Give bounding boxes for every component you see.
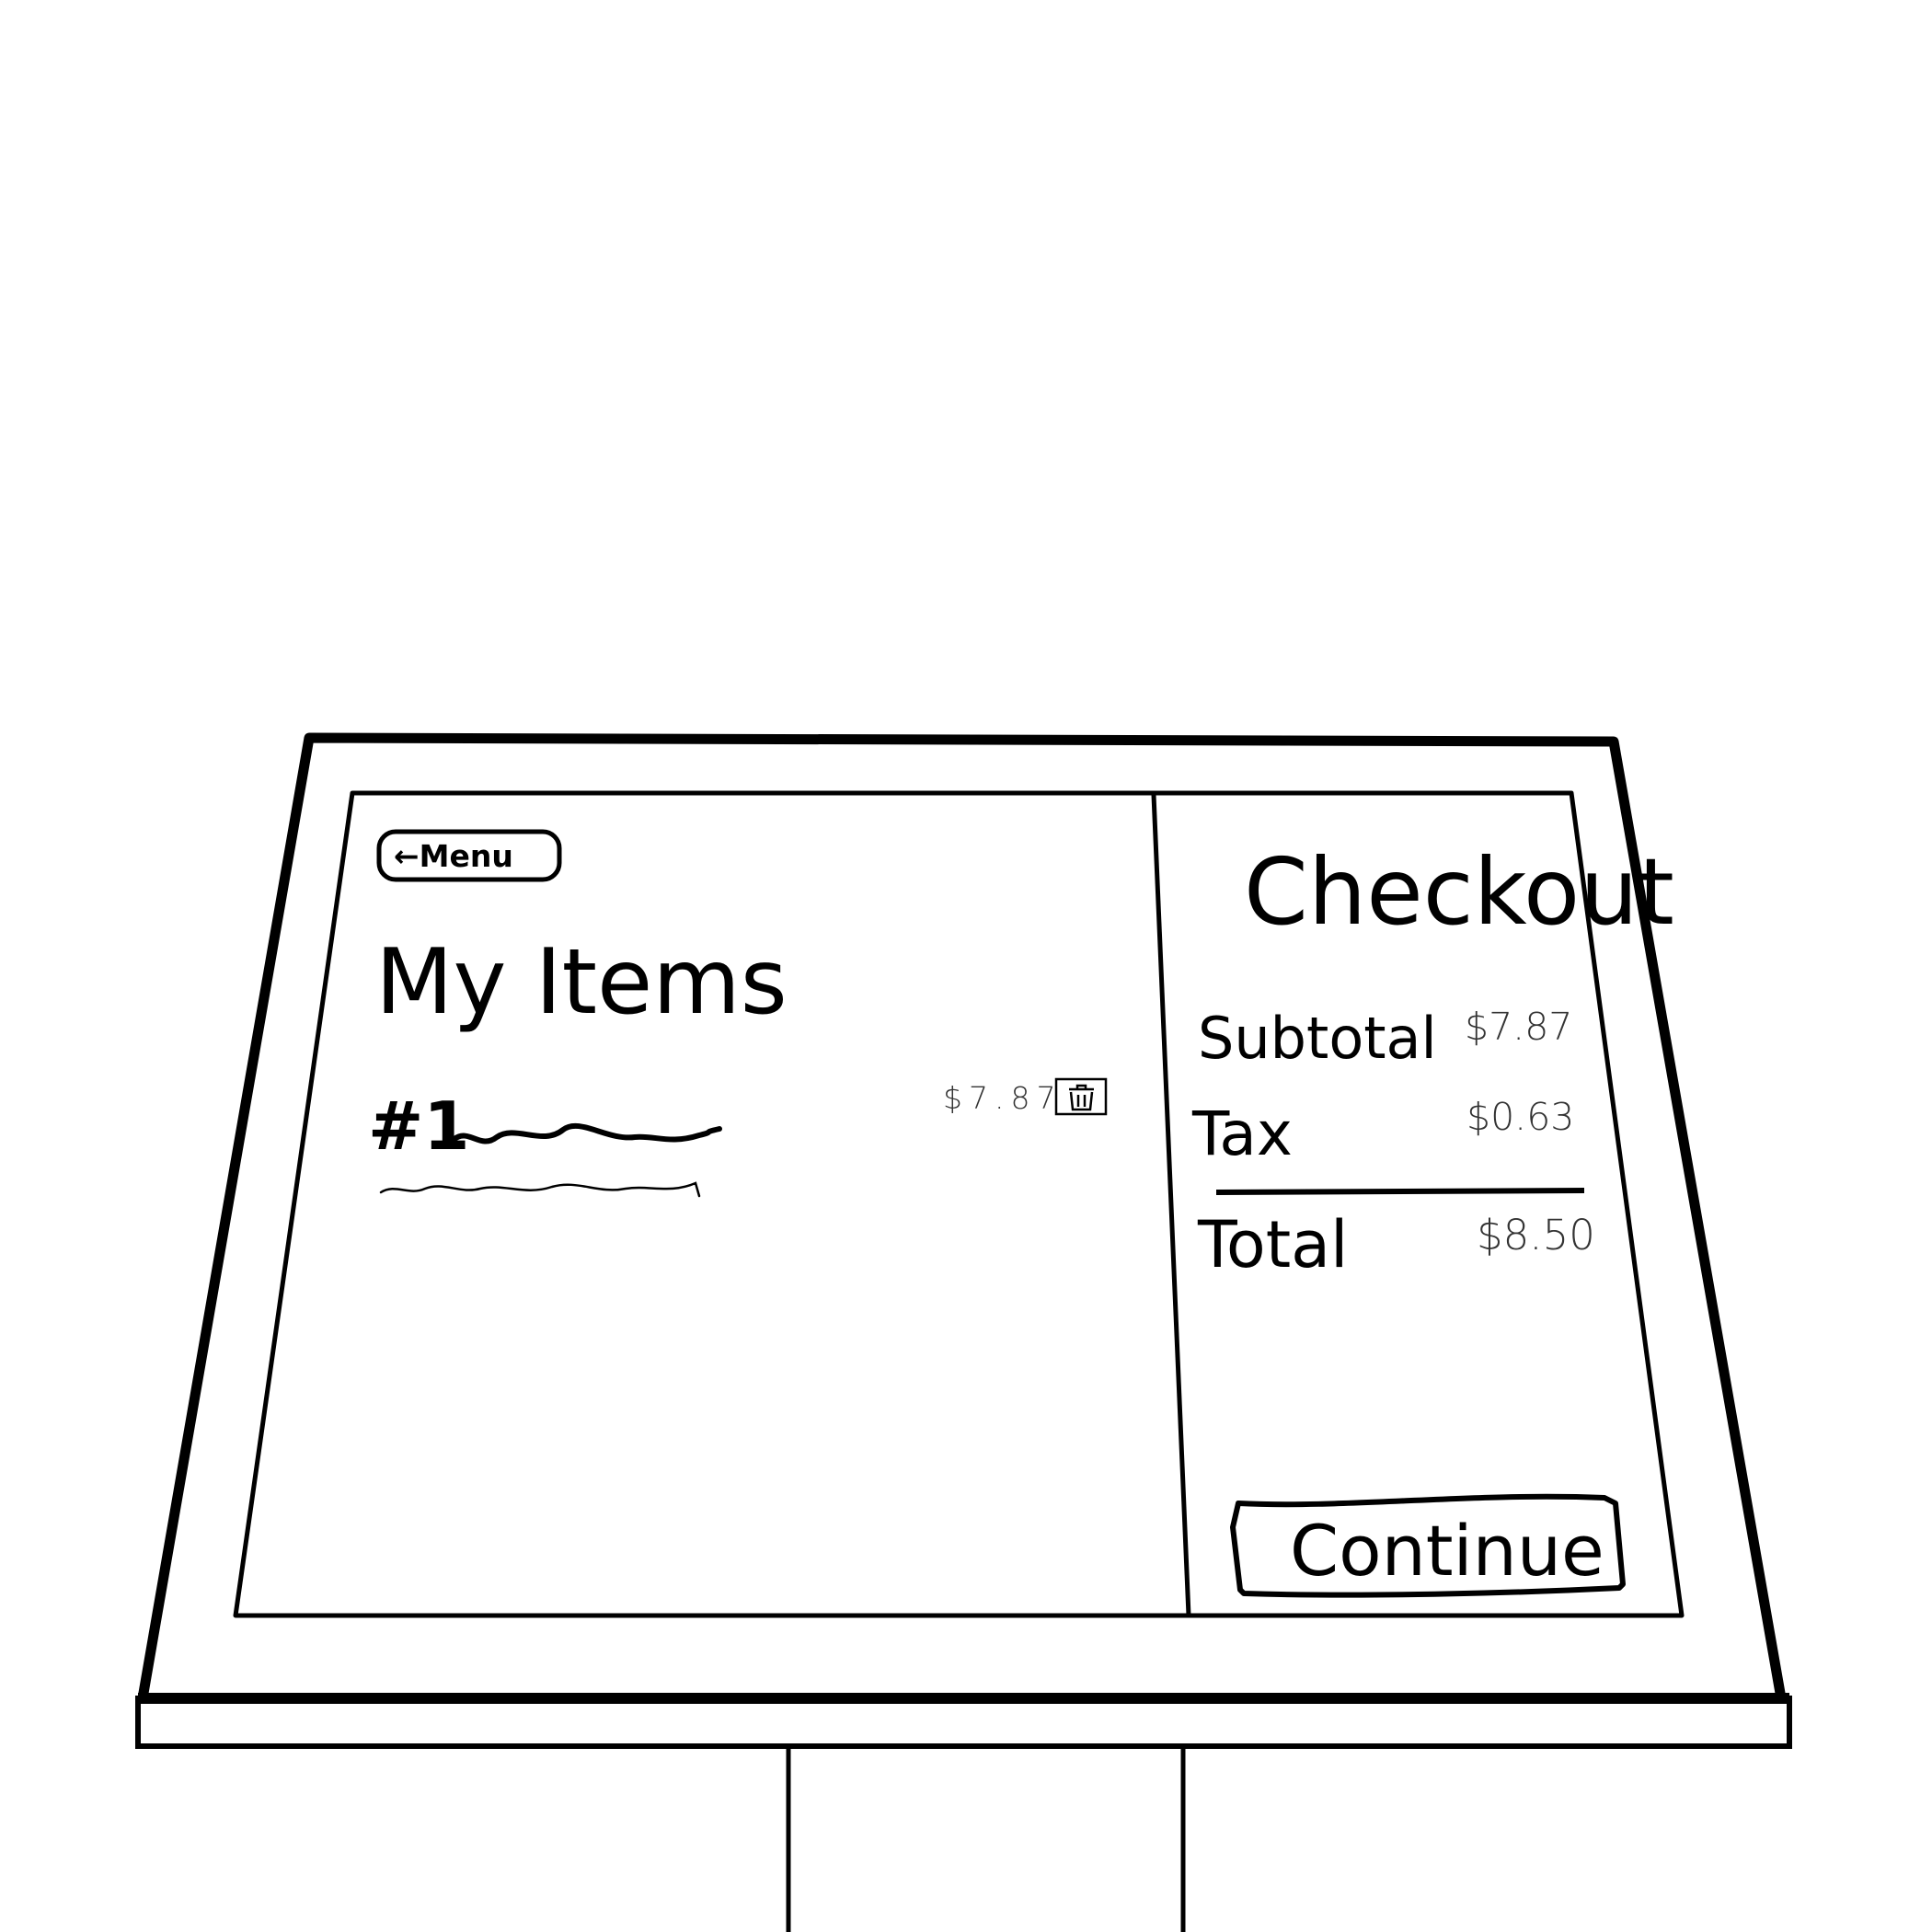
- subtotal-label: Subtotal: [1198, 1005, 1437, 1072]
- back-to-menu-button[interactable]: ←Menu: [376, 829, 562, 882]
- checkout-title: Checkout: [1244, 838, 1674, 946]
- cart-item-price: $7.87: [943, 1080, 1062, 1116]
- tax-label: Tax: [1191, 1098, 1293, 1169]
- total-label: Total: [1197, 1207, 1348, 1282]
- tax-value: $0.63: [1466, 1095, 1574, 1139]
- continue-button[interactable]: Continue: [1230, 1493, 1626, 1598]
- continue-label: Continue: [1290, 1510, 1604, 1592]
- back-to-menu-label: ←Menu: [394, 838, 513, 874]
- total-divider: [1215, 1188, 1585, 1195]
- kiosk-base: [135, 1693, 1792, 1749]
- kiosk-stand: [786, 1746, 1186, 1932]
- items-title: My Items: [375, 930, 788, 1035]
- kiosk-sketch: ←Menu My Items #1 $7.87 Checkout Subtota…: [135, 732, 1792, 1932]
- subtotal-value: $7.87: [1465, 1005, 1572, 1049]
- cart-item-number: #1: [368, 1087, 469, 1165]
- total-value: $8.50: [1477, 1211, 1595, 1259]
- cart-item-delete-button[interactable]: [1054, 1077, 1108, 1116]
